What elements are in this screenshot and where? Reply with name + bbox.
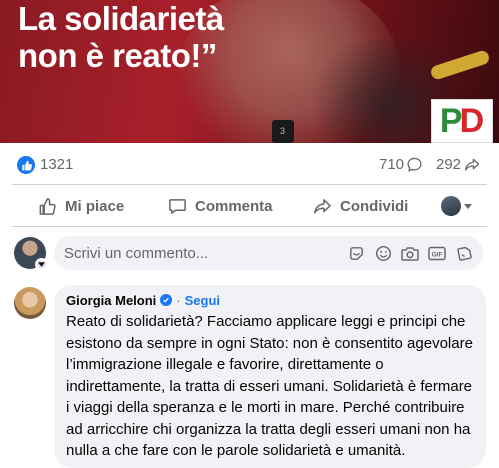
reactions-row: 1321 710 292 (0, 150, 499, 178)
chevron-down-icon (464, 203, 472, 209)
like-icon[interactable] (17, 156, 35, 174)
comment-input-container[interactable]: GIF (54, 236, 483, 270)
like-button[interactable]: Mi piace (38, 190, 124, 222)
commenter-avatar[interactable] (14, 287, 46, 319)
divider-bottom (12, 226, 487, 227)
gif-icon[interactable]: GIF (428, 244, 446, 262)
comment-button[interactable]: Commenta (168, 190, 273, 222)
comments-count[interactable]: 710 (379, 156, 422, 173)
verified-badge-icon (160, 294, 173, 306)
chevron-down-icon[interactable] (35, 258, 48, 271)
comment-bubble: Giorgia Meloni · Segui Reato di solidari… (54, 285, 486, 468)
shares-count-value: 292 (436, 156, 462, 173)
quote-line-2: non è reato!” (18, 37, 217, 74)
share-button[interactable]: Condividi (313, 190, 408, 222)
share-icon (314, 198, 331, 214)
svg-text:GIF: GIF (432, 251, 443, 258)
party-logo: P D (431, 99, 493, 143)
comment-bubble-icon (407, 157, 422, 172)
action-bar: Mi piace Commenta Condividi (0, 190, 499, 222)
avatar (441, 196, 461, 216)
post-image[interactable]: 3 La solidarietà non è reato!” P D (0, 0, 499, 143)
comment-input[interactable] (64, 236, 324, 270)
divider-top (12, 184, 487, 185)
like-button-label: Mi piace (65, 197, 125, 215)
camera-icon[interactable] (401, 244, 419, 262)
share-button-label: Condividi (340, 197, 409, 215)
microphone: 3 (272, 120, 294, 143)
image-quote: La solidarietà non è reato!” (18, 0, 224, 74)
commenter-name[interactable]: Giorgia Meloni (66, 293, 156, 308)
reaction-identity-selector[interactable] (441, 196, 472, 216)
composer-icons: GIF (347, 244, 473, 262)
reaction-count[interactable]: 1321 (40, 156, 73, 173)
quote-line-1: La solidarietà (18, 0, 224, 37)
comment-button-label: Commenta (195, 197, 273, 215)
sticker-alt-icon[interactable] (455, 244, 473, 262)
comment-icon (169, 198, 186, 214)
user-avatar[interactable] (14, 237, 48, 271)
separator-dot: · (176, 292, 181, 308)
mic-label: 3 (280, 126, 286, 136)
comment-text: Reato di solidarietà? Facciamo applicare… (66, 313, 473, 459)
logo-letter-d: D (459, 102, 485, 140)
thumbs-up-icon (39, 197, 56, 215)
shares-count[interactable]: 292 (436, 156, 480, 173)
comment-composer: GIF (0, 235, 499, 271)
share-arrow-icon (465, 158, 480, 171)
emoji-icon[interactable] (374, 244, 392, 262)
comment-header: Giorgia Meloni · Segui (66, 291, 474, 309)
comments-count-value: 710 (379, 156, 405, 173)
sticker-icon[interactable] (347, 244, 365, 262)
follow-button[interactable]: Segui (185, 293, 220, 308)
